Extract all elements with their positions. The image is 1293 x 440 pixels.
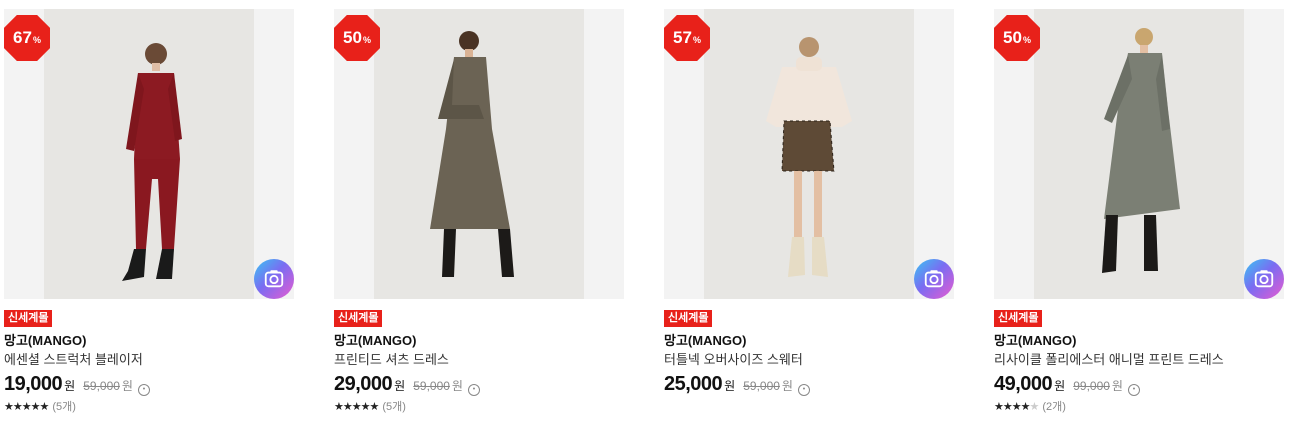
currency-unit: 원 — [1054, 379, 1066, 393]
product-image[interactable]: 67% — [4, 9, 294, 299]
brand-name[interactable]: 망고(MANGO) — [4, 333, 294, 349]
original-price: 99,000 — [1073, 379, 1110, 393]
product-card[interactable]: 57% 신세계몰 망고(MANGO) 터틀넥 오버사이즈 스웨터 25,000 … — [664, 9, 954, 399]
model-figure — [430, 31, 514, 277]
discount-badge: 50% — [334, 15, 380, 61]
camera-button[interactable] — [1244, 259, 1284, 299]
currency-unit: 원 — [121, 379, 133, 393]
currency-unit: 원 — [451, 379, 463, 393]
sale-price: 25,000 — [664, 373, 723, 395]
product-image[interactable]: 57% — [664, 9, 954, 299]
product-name[interactable]: 프린티드 셔츠 드레스 — [334, 352, 624, 368]
camera-button[interactable] — [254, 259, 294, 299]
product-image[interactable]: 50% — [334, 9, 624, 299]
discount-badge: 67% — [4, 15, 50, 61]
camera-button[interactable] — [914, 259, 954, 299]
price-row: 49,000 원 99,000 원 • — [994, 373, 1284, 399]
mall-badge: 신세계몰 — [334, 310, 383, 327]
mall-badge: 신세계몰 — [664, 310, 713, 327]
currency-unit: 원 — [1111, 379, 1123, 393]
product-name[interactable]: 터틀넥 오버사이즈 스웨터 — [664, 352, 954, 368]
sale-price: 49,000 — [994, 373, 1053, 395]
camera-icon — [924, 270, 944, 288]
star-rating: ★★★★★ — [994, 401, 1039, 413]
original-price: 59,000 — [743, 379, 780, 393]
rating-row: ★★★★★ (5개) — [4, 400, 294, 414]
sale-price: 29,000 — [334, 373, 393, 395]
camera-icon — [1254, 270, 1274, 288]
mall-badge: 신세계몰 — [4, 310, 53, 327]
review-count[interactable]: (5개) — [382, 400, 406, 414]
star-rating: ★★★★★ — [334, 401, 379, 413]
camera-icon — [264, 270, 284, 288]
sale-price: 19,000 — [4, 373, 63, 395]
product-name[interactable]: 리사이클 폴리에스터 애니멀 프린트 드레스 — [994, 352, 1284, 368]
discount-badge: 57% — [664, 15, 710, 61]
price-row: 19,000 원 59,000 원 • — [4, 373, 294, 399]
price-row: 25,000 원 59,000 원 • — [664, 373, 954, 399]
product-name[interactable]: 에센셜 스트럭처 블레이저 — [4, 352, 294, 368]
product-image[interactable]: 50% — [994, 9, 1284, 299]
brand-name[interactable]: 망고(MANGO) — [334, 333, 624, 349]
model-figure — [1102, 28, 1180, 273]
product-grid: 67% 신세계몰 망고(MANGO) 에센셜 스트럭처 블레이저 19,000 … — [0, 0, 1293, 440]
brand-name[interactable]: 망고(MANGO) — [664, 333, 954, 349]
mall-badge: 신세계몰 — [994, 310, 1043, 327]
info-circle-icon[interactable]: • — [797, 384, 810, 396]
currency-unit: 원 — [64, 379, 76, 393]
product-card[interactable]: 50% 신세계몰 망고(MANGO) 프린티드 셔츠 드레스 29,000 원 … — [334, 9, 624, 414]
model-figure — [766, 37, 852, 277]
currency-unit: 원 — [394, 379, 406, 393]
price-row: 29,000 원 59,000 원 • — [334, 373, 624, 399]
original-price: 59,000 — [83, 379, 120, 393]
model-figure — [122, 43, 182, 281]
brand-name[interactable]: 망고(MANGO) — [994, 333, 1284, 349]
rating-row: ★★★★★ (5개) — [334, 400, 624, 414]
review-count[interactable]: (2개) — [1042, 400, 1066, 414]
product-card[interactable]: 50% 신세계몰 망고(MANGO) 리사이클 폴리에스터 애니멀 프린트 드레… — [994, 9, 1284, 414]
currency-unit: 원 — [781, 379, 793, 393]
discount-badge: 50% — [994, 15, 1040, 61]
star-rating: ★★★★★ — [4, 401, 49, 413]
currency-unit: 원 — [724, 379, 736, 393]
product-card[interactable]: 67% 신세계몰 망고(MANGO) 에센셜 스트럭처 블레이저 19,000 … — [4, 9, 294, 414]
info-circle-icon[interactable]: • — [137, 384, 150, 396]
info-circle-icon[interactable]: • — [467, 384, 480, 396]
rating-row: ★★★★★ (2개) — [994, 400, 1284, 414]
original-price: 59,000 — [413, 379, 450, 393]
info-circle-icon[interactable]: • — [1127, 384, 1140, 396]
review-count[interactable]: (5개) — [52, 400, 76, 414]
